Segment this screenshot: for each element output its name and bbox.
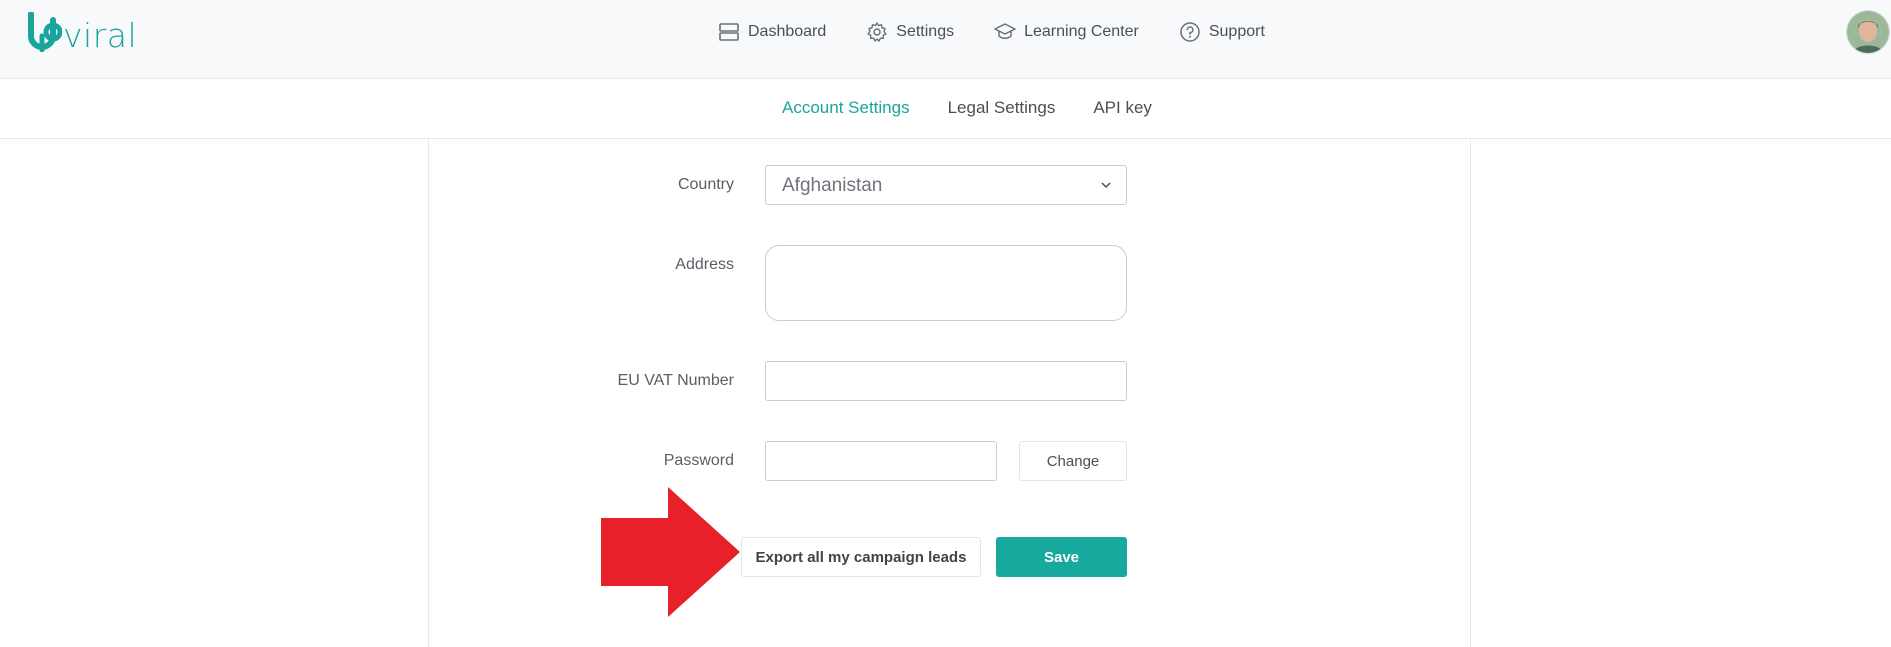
password-label: Password — [663, 452, 734, 469]
country-select[interactable]: Afghanistan — [765, 165, 1127, 205]
dashboard-icon — [719, 23, 739, 41]
save-button[interactable]: Save — [996, 537, 1127, 577]
change-password-button[interactable]: Change — [1019, 441, 1127, 481]
export-campaign-leads-button[interactable]: Export all my campaign leads — [741, 537, 981, 577]
user-avatar[interactable] — [1846, 10, 1890, 54]
nav-support-label: Support — [1208, 23, 1265, 40]
password-input[interactable] — [765, 441, 997, 481]
logo-text: viral — [63, 16, 138, 55]
upviral-logo[interactable]: viral — [28, 10, 137, 52]
settings-tabs: Account Settings Legal Settings API key — [782, 98, 1190, 118]
nav-dashboard-label: Dashboard — [748, 23, 827, 40]
avatar-image — [1847, 11, 1889, 53]
tab-legal-settings[interactable]: Legal Settings — [948, 98, 1056, 118]
arrow-right-icon — [601, 487, 740, 617]
tab-account-settings[interactable]: Account Settings — [782, 98, 910, 118]
help-circle-icon — [1180, 22, 1200, 42]
nav-learning-center[interactable]: Learning Center — [994, 18, 1139, 46]
address-label: Address — [675, 256, 734, 273]
country-value: Afghanistan — [782, 175, 883, 196]
tab-api-key[interactable]: API key — [1093, 98, 1152, 118]
main-nav: Dashboard Settings Learning Center Suppo… — [718, 18, 1305, 46]
nav-dashboard[interactable]: Dashboard — [718, 18, 826, 46]
chevron-down-icon — [1101, 182, 1111, 189]
vat-label: EU VAT Number — [617, 372, 734, 389]
settings-tabs-bar: Account Settings Legal Settings API key — [0, 79, 1891, 139]
vat-number-input[interactable] — [765, 361, 1127, 401]
nav-settings[interactable]: Settings — [866, 18, 954, 46]
top-navbar: viral Dashboard Settings Learning Center — [0, 0, 1891, 79]
nav-settings-label: Settings — [896, 23, 955, 40]
nav-support[interactable]: Support — [1179, 18, 1265, 46]
up-logo-icon — [28, 12, 62, 52]
address-textarea[interactable] — [765, 245, 1127, 321]
country-label: Country — [677, 176, 734, 193]
graduation-cap-icon — [994, 23, 1016, 39]
gear-icon — [867, 22, 887, 42]
nav-learning-center-label: Learning Center — [1024, 23, 1139, 40]
